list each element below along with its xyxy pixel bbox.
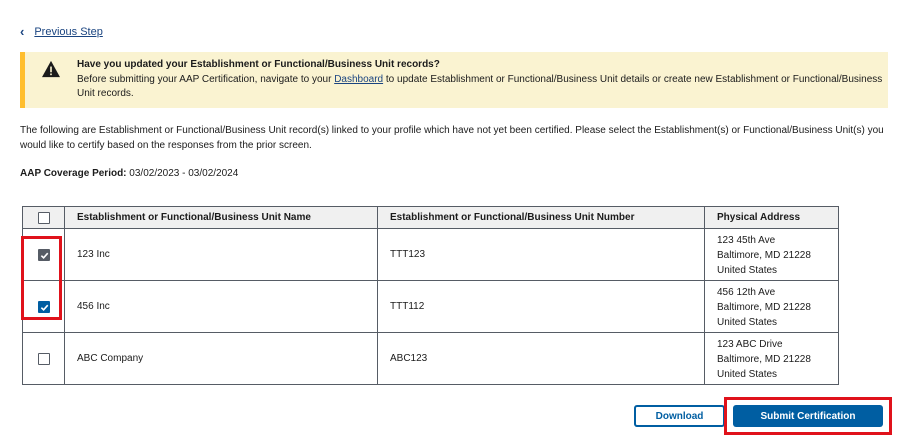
- row-select-cell: [22, 332, 65, 385]
- address-line: United States: [717, 265, 778, 276]
- name-column-header: Establishment or Functional/Business Uni…: [64, 206, 378, 229]
- coverage-value: 03/02/2023 - 03/02/2024: [129, 168, 239, 179]
- unit-number: ABC123: [377, 332, 705, 385]
- unit-address: 123 ABC Drive Baltimore, MD 21228 United…: [704, 332, 839, 385]
- address-line: United States: [717, 369, 778, 380]
- row-checkbox[interactable]: [37, 248, 50, 261]
- unit-number: TTT112: [377, 280, 705, 333]
- coverage-period: AAP Coverage Period: 03/02/2023 - 03/02/…: [20, 168, 238, 179]
- previous-step-nav[interactable]: ‹ Previous Step: [20, 25, 103, 38]
- unit-address: 456 12th Ave Baltimore, MD 21228 United …: [704, 280, 839, 333]
- table-row: 123 Inc TTT123 123 45th Ave Baltimore, M…: [22, 228, 839, 281]
- check-icon: [40, 304, 48, 311]
- unit-name: 123 Inc: [64, 228, 378, 281]
- unit-address: 123 45th Ave Baltimore, MD 21228 United …: [704, 228, 839, 281]
- row-select-cell: [22, 228, 65, 281]
- number-column-header: Establishment or Functional/Business Uni…: [377, 206, 705, 229]
- row-select-cell: [22, 280, 65, 333]
- chevron-left-icon[interactable]: ‹: [20, 25, 24, 38]
- warning-alert: Have you updated your Establishment or F…: [20, 52, 888, 108]
- address-column-header: Physical Address: [704, 206, 839, 229]
- address-line: Baltimore, MD 21228: [717, 354, 811, 365]
- row-checkbox[interactable]: [37, 352, 50, 365]
- previous-step-link[interactable]: Previous Step: [34, 26, 102, 38]
- alert-body: Before submitting your AAP Certification…: [77, 73, 887, 101]
- check-icon: [40, 252, 48, 259]
- table-row: 456 Inc TTT112 456 12th Ave Baltimore, M…: [22, 280, 839, 333]
- address-line: United States: [717, 317, 778, 328]
- unit-number: TTT123: [377, 228, 705, 281]
- row-checkbox[interactable]: [37, 300, 50, 313]
- select-all-checkbox[interactable]: [37, 211, 50, 224]
- warning-icon: [42, 60, 60, 78]
- table-header-row: Establishment or Functional/Business Uni…: [22, 206, 839, 229]
- download-button[interactable]: Download: [634, 405, 725, 427]
- units-table: Establishment or Functional/Business Uni…: [22, 206, 839, 385]
- table-row: ABC Company ABC123 123 ABC Drive Baltimo…: [22, 332, 839, 385]
- coverage-label: AAP Coverage Period:: [20, 168, 127, 179]
- alert-body-text-1: Before submitting your AAP Certification…: [77, 74, 335, 85]
- unit-name: ABC Company: [64, 332, 378, 385]
- unit-name: 456 Inc: [64, 280, 378, 333]
- dashboard-link[interactable]: Dashboard: [334, 74, 383, 85]
- intro-text: The following are Establishment or Funct…: [20, 125, 884, 151]
- select-all-cell: [22, 206, 65, 229]
- address-line: Baltimore, MD 21228: [717, 250, 811, 261]
- address-line: Baltimore, MD 21228: [717, 302, 811, 313]
- address-line: 123 ABC Drive: [717, 339, 783, 350]
- address-line: 123 45th Ave: [717, 235, 776, 246]
- address-line: 456 12th Ave: [717, 287, 776, 298]
- alert-title: Have you updated your Establishment or F…: [77, 59, 440, 70]
- submit-certification-button[interactable]: Submit Certification: [733, 405, 883, 427]
